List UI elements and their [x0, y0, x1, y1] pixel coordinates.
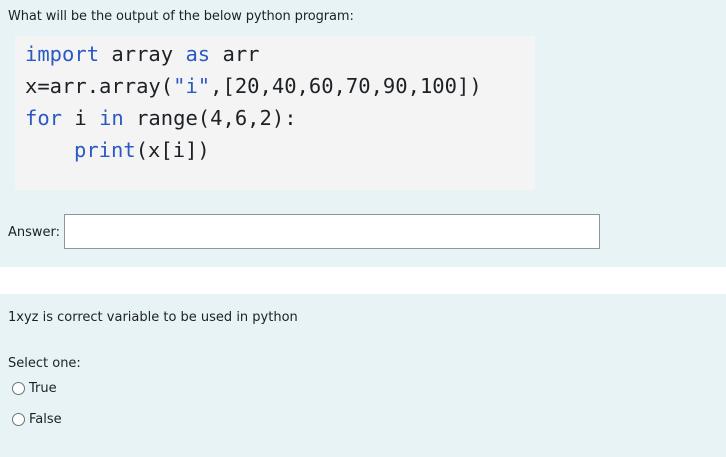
code-block: import array as arr x=arr.array("i",[20,… — [15, 36, 535, 190]
code-text: range(4,6,2): — [123, 106, 297, 130]
code-text: ,[20,40,60,70,90,100]) — [210, 74, 482, 98]
option-true[interactable]: True — [12, 381, 57, 396]
question-1-panel: What will be the output of the below pyt… — [0, 0, 726, 267]
code-text: (x[i]) — [135, 138, 210, 162]
code-text: array — [99, 42, 186, 66]
option-false-label[interactable]: False — [29, 412, 62, 427]
code-text: arr — [210, 42, 260, 66]
code-keyword-import: import — [25, 42, 100, 66]
code-line-4: print(x[i]) — [74, 138, 210, 162]
code-function-print: print — [74, 138, 136, 162]
code-keyword-in: in — [99, 106, 124, 130]
answer-label: Answer: — [8, 225, 61, 240]
question-1-prompt: What will be the output of the below pyt… — [8, 9, 354, 24]
question-2-panel: 1xyz is correct variable to be used in p… — [0, 294, 726, 457]
code-keyword-for: for — [25, 106, 63, 130]
radio-true[interactable] — [12, 382, 25, 395]
question-2-prompt: 1xyz is correct variable to be used in p… — [8, 310, 298, 325]
answer-input[interactable] — [64, 214, 600, 249]
select-one-label: Select one: — [8, 356, 81, 371]
option-false[interactable]: False — [12, 412, 62, 427]
code-line-2: x=arr.array("i",[20,40,60,70,90,100]) — [25, 74, 482, 98]
code-string: "i" — [173, 74, 211, 98]
option-true-label[interactable]: True — [29, 381, 57, 396]
code-line-1: import array as arr — [25, 42, 260, 66]
code-text: i — [62, 106, 100, 130]
code-line-3: for i in range(4,6,2): — [25, 106, 297, 130]
code-text: x=arr.array( — [25, 74, 174, 98]
radio-false[interactable] — [12, 413, 25, 426]
question-separator — [0, 267, 726, 294]
code-keyword-as: as — [185, 42, 211, 66]
